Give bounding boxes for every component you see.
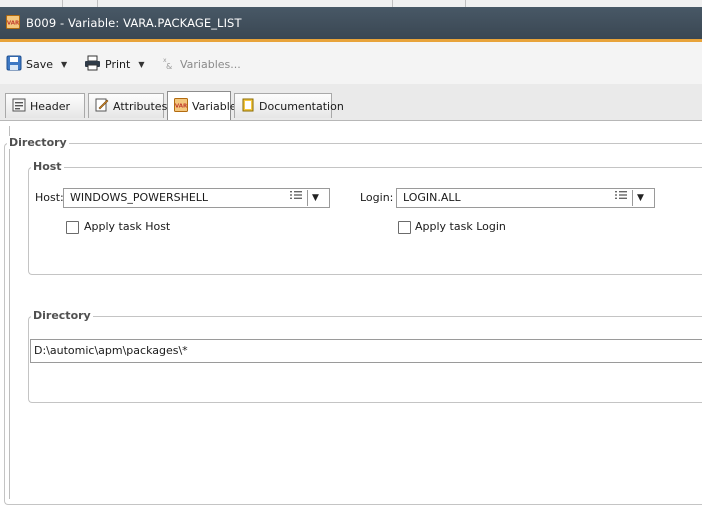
svg-text:&: &: [166, 62, 172, 71]
variables-label: Variables...: [180, 57, 241, 71]
directory-section-legend: Directory: [7, 136, 69, 149]
print-label: Print: [105, 57, 131, 71]
tab-variable[interactable]: VAR Variable: [167, 91, 237, 120]
save-dropdown-icon[interactable]: ▼: [61, 60, 67, 69]
documentation-icon: [241, 98, 255, 115]
apply-task-login-label: Apply task Login: [415, 220, 506, 233]
host-combobox[interactable]: WINDOWS_POWERSHELL ▼: [63, 188, 330, 208]
tab-bar: Header Attributes VAR Variable Documenta…: [0, 84, 702, 121]
svg-text:VAR: VAR: [175, 103, 188, 109]
variables-icon: x &: [162, 55, 176, 74]
attributes-icon: [95, 98, 109, 115]
tab-documentation-label: Documentation: [259, 99, 344, 113]
tab-attributes[interactable]: Attributes: [88, 93, 168, 118]
chevron-down-icon[interactable]: ▼: [637, 189, 644, 207]
print-button[interactable]: Print ▼: [84, 54, 144, 74]
host-label: Host:: [35, 191, 64, 204]
list-icon[interactable]: [288, 188, 304, 208]
directory-path-input[interactable]: D:\automic\apm\packages\*: [30, 339, 702, 363]
tab-attributes-label: Attributes: [113, 99, 168, 113]
apply-task-host-label: Apply task Host: [84, 220, 171, 233]
toolbar: Save ▼ Print ▼ x & Variables...: [0, 42, 702, 85]
save-icon: [6, 55, 22, 74]
save-label: Save: [26, 57, 54, 71]
tab-header-label: Header: [30, 99, 71, 113]
tab-header[interactable]: Header: [5, 93, 85, 118]
host-group-legend: Host: [31, 160, 64, 173]
chevron-down-icon[interactable]: ▼: [312, 189, 319, 207]
save-button[interactable]: Save ▼: [6, 54, 67, 74]
printer-icon: [84, 55, 101, 74]
login-combobox[interactable]: LOGIN.ALL ▼: [396, 188, 655, 208]
directory-group-legend: Directory: [31, 309, 93, 322]
variable-object-icon: VAR: [6, 15, 20, 32]
login-value: LOGIN.ALL: [403, 191, 461, 204]
title-bar: VAR B009 - Variable: VARA.PACKAGE_LIST: [0, 7, 702, 42]
variable-tab-icon: VAR: [174, 97, 188, 115]
apply-task-host-checkbox[interactable]: [66, 221, 79, 234]
variables-button[interactable]: x & Variables...: [162, 54, 241, 74]
header-icon: [12, 98, 26, 115]
login-label: Login:: [360, 191, 394, 204]
tab-variable-label: Variable: [192, 99, 237, 113]
directory-path-value: D:\automic\apm\packages\*: [34, 344, 188, 357]
window-title: B009 - Variable: VARA.PACKAGE_LIST: [26, 16, 242, 30]
print-dropdown-icon[interactable]: ▼: [138, 60, 144, 69]
list-icon[interactable]: [613, 188, 629, 208]
apply-task-login-checkbox[interactable]: [398, 221, 411, 234]
host-value: WINDOWS_POWERSHELL: [70, 191, 209, 204]
tab-documentation[interactable]: Documentation: [234, 93, 344, 118]
svg-text:VAR: VAR: [7, 21, 20, 27]
